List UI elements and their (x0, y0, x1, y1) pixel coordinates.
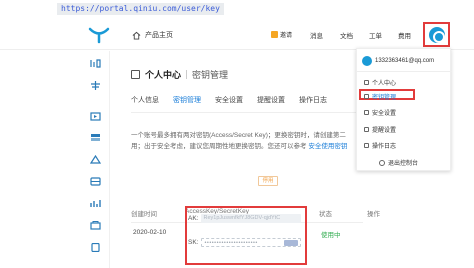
title-divider (186, 70, 188, 79)
right-gutter (451, 51, 474, 268)
menu-personal-center-label: 个人中心 (372, 81, 397, 87)
menu-notification-settings-label: 提醒设置 (372, 128, 397, 134)
device-icon[interactable] (90, 243, 101, 252)
secret-key-mask: •••••••••••••••••••••• (204, 240, 258, 246)
tab-bar: 个人信息 密钥管理 安全设置 提醒设置 操作日志 (131, 95, 327, 113)
menu-notification-settings[interactable]: 提醒设置 (364, 125, 396, 134)
main-content: 个人中心 密钥管理 个人信息 密钥管理 安全设置 提醒设置 操作日志 一个账号最… (111, 51, 380, 268)
menu-security-settings-label: 安全设置 (372, 111, 397, 117)
menu-key-management-label: 密钥管理 (372, 95, 397, 101)
secret-key-value[interactable]: •••••••••••••••••••••• (201, 238, 302, 247)
key-icon (364, 94, 369, 99)
desc-line-1: 一个账号最多拥有两对密钥(Access/Secret Key)；更换密钥时，请创… (131, 132, 346, 139)
access-key-row: AK: Rey1pJuswnfkfYJ8GDV-qjdYtC (188, 214, 302, 223)
console-page: https://portal.qiniu.com/user/key 产品主页 邀… (0, 0, 474, 268)
key-description: 一个账号最多拥有两对密钥(Access/Secret Key)；更换密钥时，请创… (131, 130, 363, 152)
tab-personal-info[interactable]: 个人信息 (131, 95, 159, 109)
user-dropdown-menu: 1332363461@qq.com 个人中心 密钥管理 安全设置 提醒设置 操作… (356, 48, 452, 171)
key-created-date: 2020-02-10 (133, 229, 167, 236)
secret-key-row: SK: •••••••••••••••••••••• (188, 238, 302, 247)
user-card-icon (131, 70, 140, 79)
invite-link[interactable]: 邀请 (271, 30, 292, 39)
tab-security-settings[interactable]: 安全设置 (215, 95, 243, 109)
bell-icon (364, 127, 369, 132)
menu-operation-log[interactable]: 操作日志 (364, 141, 396, 150)
gift-icon (271, 31, 278, 38)
ak-label: AK: (188, 215, 199, 222)
dropdown-avatar (362, 56, 372, 66)
tab-key-management[interactable]: 密钥管理 (173, 95, 201, 113)
product-home-link[interactable]: 产品主页 (132, 30, 173, 40)
menu-security-settings[interactable]: 安全设置 (364, 108, 396, 117)
nav-docs[interactable]: 文档 (340, 30, 353, 40)
page-title-sub: 密钥管理 (192, 70, 229, 80)
desc-line-2: 用；出于安全考虑，建议您周期性地更换密钥。您还可以参考 安全使用密钥 (131, 141, 363, 152)
user-icon (364, 80, 369, 85)
database-icon[interactable] (90, 177, 101, 186)
url-text[interactable]: https://portal.qiniu.com/user/key (57, 3, 224, 15)
compute-icon[interactable] (90, 133, 101, 142)
analytics-icon[interactable] (90, 199, 101, 208)
page-title-main: 个人中心 (145, 70, 182, 80)
dropdown-user-header: 1332363461@qq.com (362, 56, 434, 66)
storage-icon[interactable] (90, 59, 101, 68)
disable-key-button[interactable]: 停用 (258, 176, 278, 186)
qiniu-logo-icon[interactable] (88, 26, 110, 44)
tab-operation-log[interactable]: 操作日志 (299, 95, 327, 109)
desc-line-2-text: 用；出于安全考虑，建议您周期性地更换密钥。您还可以参考 (131, 143, 309, 150)
page-title: 个人中心 密钥管理 (131, 68, 228, 81)
user-email: 1332363461@qq.com (375, 58, 435, 64)
address-bar: https://portal.qiniu.com/user/key (0, 0, 474, 20)
power-icon (379, 159, 385, 166)
logout-label: 退出控制台 (388, 161, 419, 167)
avatar (428, 26, 445, 43)
status-badge: 使用中 (321, 232, 341, 239)
cdn-icon[interactable] (90, 81, 101, 90)
log-icon (364, 143, 369, 148)
col-status: 状态 (319, 211, 332, 218)
dropdown-divider (357, 71, 452, 72)
nav-messages[interactable]: 消息 (310, 30, 323, 40)
product-home-label: 产品主页 (145, 32, 173, 39)
top-header: 产品主页 邀请 消息 文档 工单 费用 (0, 20, 474, 50)
security-icon[interactable] (90, 221, 101, 230)
menu-operation-log-label: 操作日志 (372, 144, 397, 150)
tab-divider (131, 112, 356, 113)
shield-icon (364, 110, 369, 115)
menu-personal-center[interactable]: 个人中心 (364, 78, 396, 87)
left-sidebar (82, 51, 110, 268)
safe-use-key-link[interactable]: 安全使用密钥 (308, 143, 347, 150)
sk-label: SK: (188, 239, 199, 246)
nav-billing[interactable]: 费用 (398, 30, 411, 40)
access-key-value[interactable]: Rey1pJuswnfkfYJ8GDV-qjdYtC (201, 214, 302, 223)
nav-tickets[interactable]: 工单 (369, 30, 382, 40)
col-action: 操作 (367, 211, 380, 218)
logout-button[interactable]: 退出控制台 (379, 158, 418, 167)
home-icon (132, 31, 141, 40)
show-secret-key-button[interactable] (284, 240, 299, 246)
network-icon[interactable] (90, 155, 101, 164)
tab-notification-settings[interactable]: 提醒设置 (257, 95, 285, 109)
menu-key-management[interactable]: 密钥管理 (364, 92, 396, 101)
col-created-time: 创建时间 (131, 211, 157, 218)
invite-label: 邀请 (280, 33, 293, 39)
media-icon[interactable] (90, 112, 101, 121)
user-avatar-button[interactable] (423, 22, 450, 47)
